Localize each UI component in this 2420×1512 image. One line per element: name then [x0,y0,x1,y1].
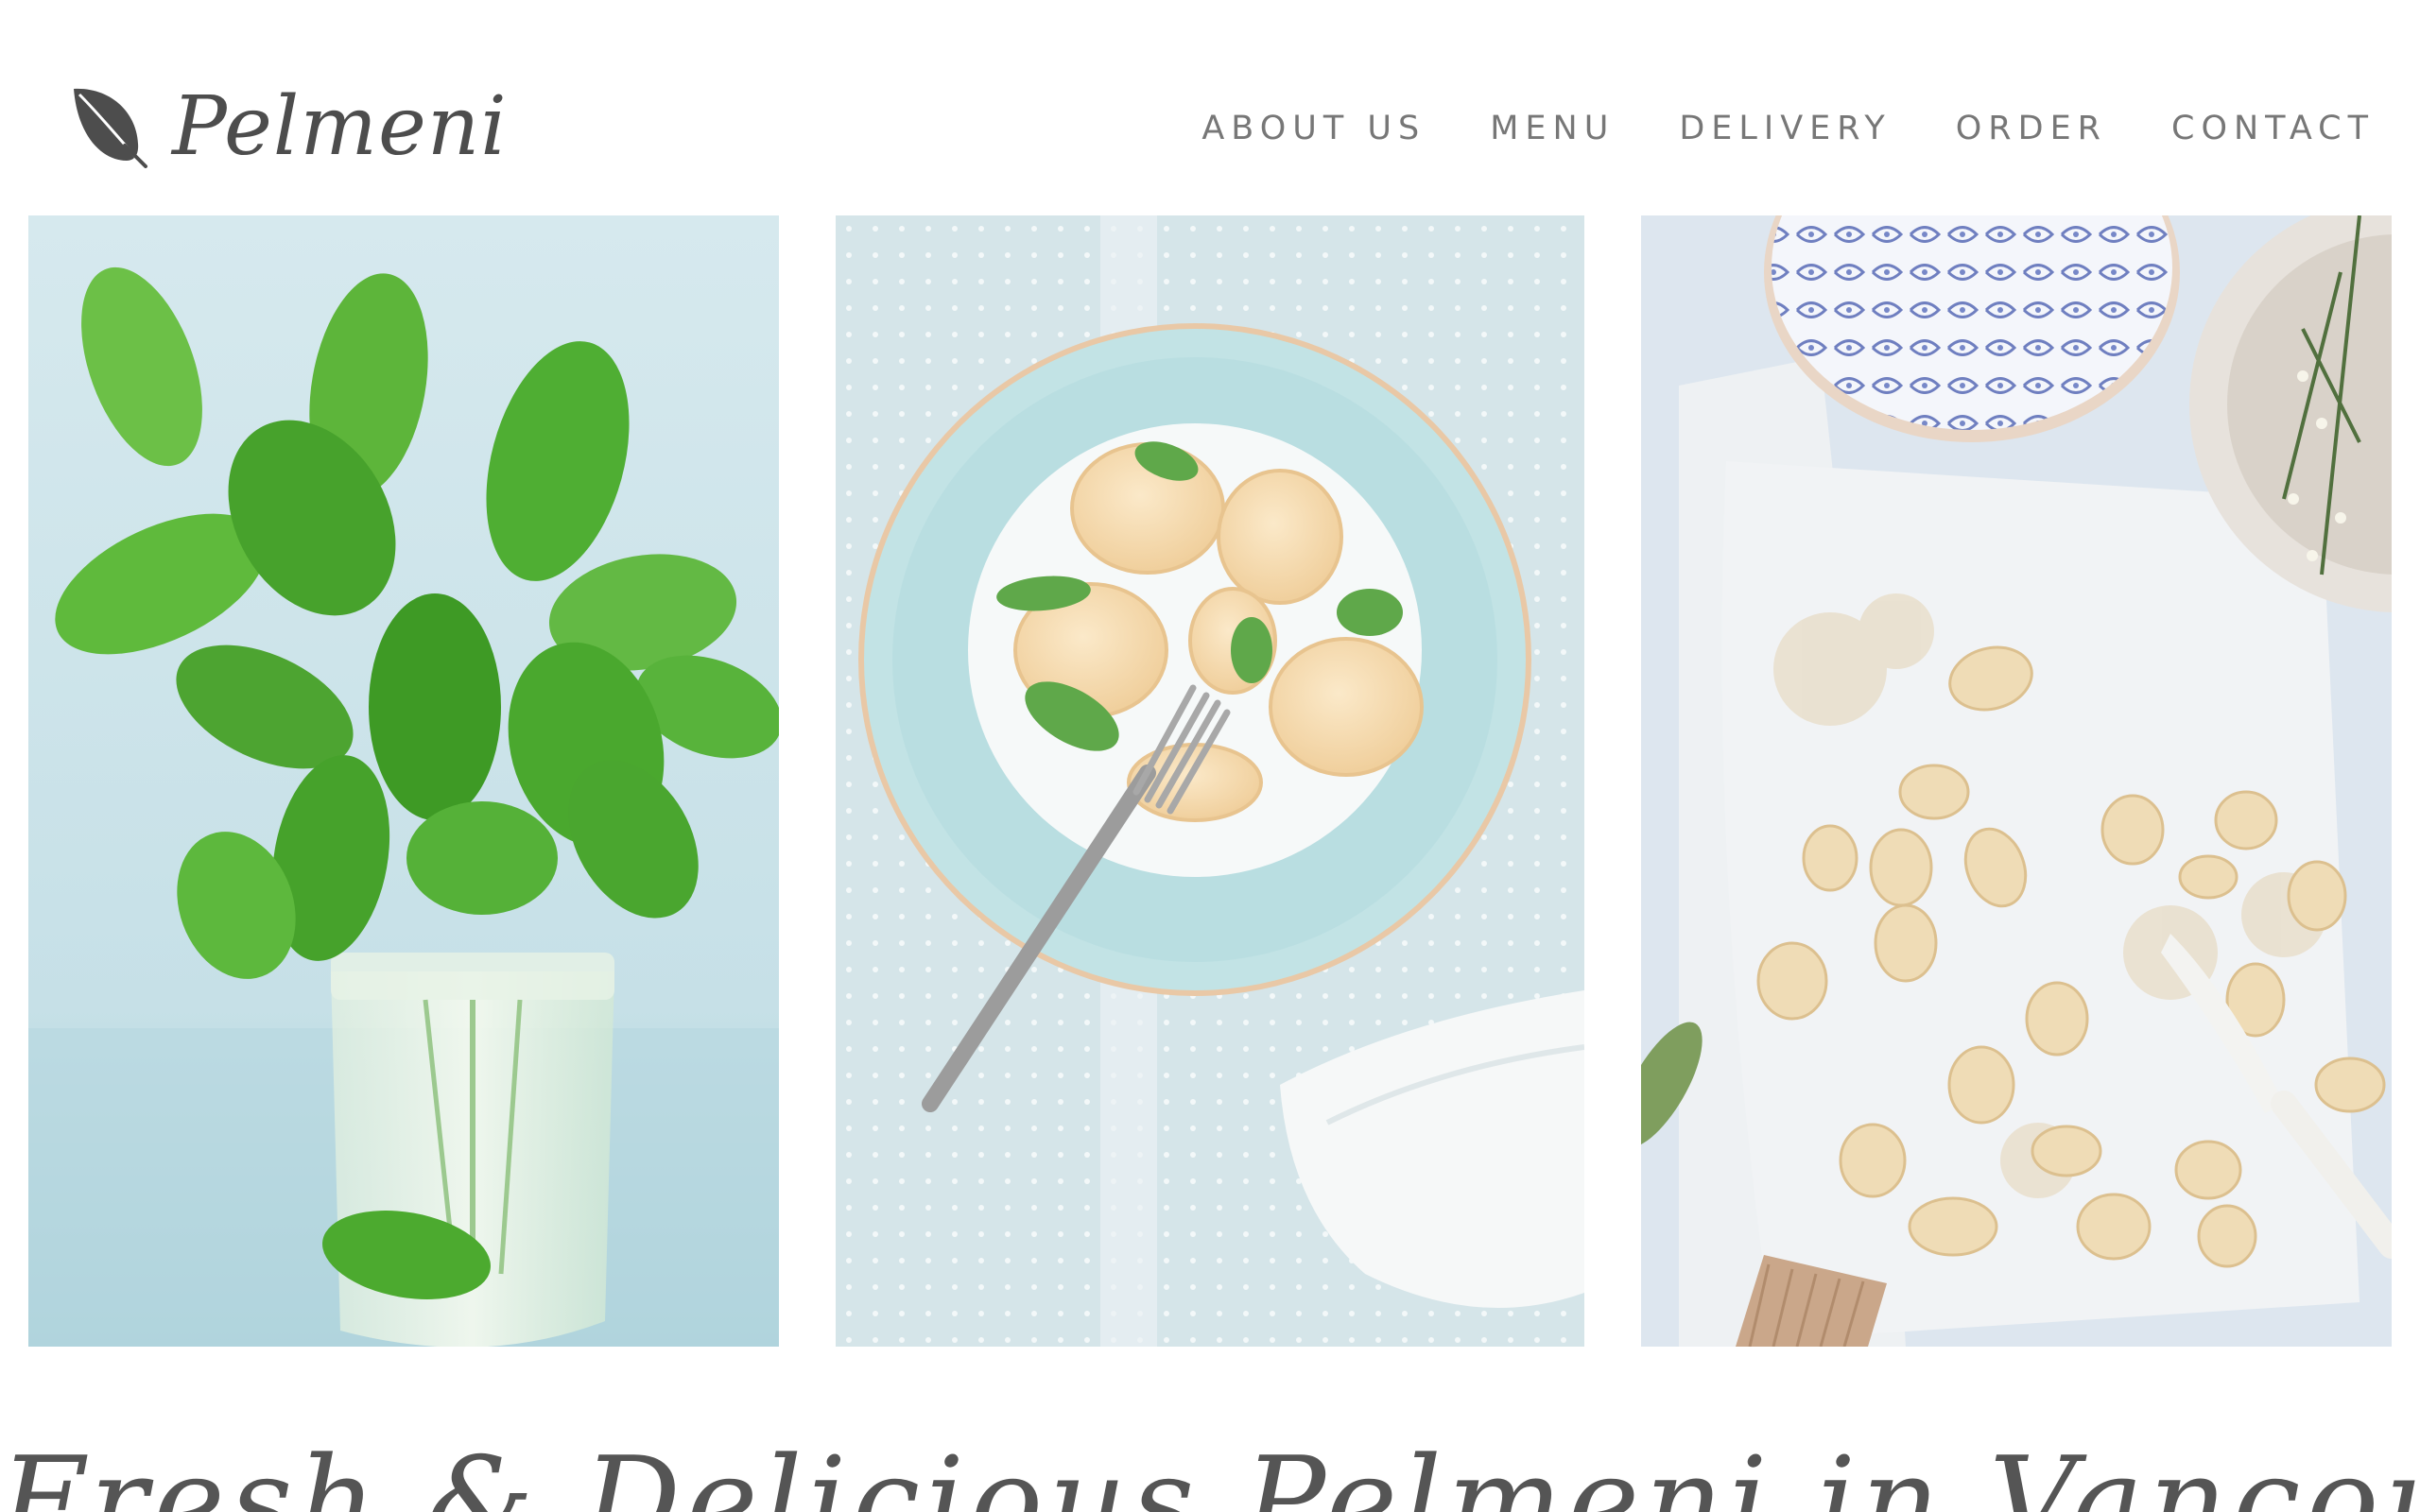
gallery-photo-gnocchi [1641,215,2392,1347]
brand-name: Pelmeni [172,79,508,174]
leaf-icon [74,88,147,168]
site-header: Pelmeni ABOUT US MENU DELIVERY ORDER CON… [0,0,2420,215]
gallery-photo-mint [28,215,779,1347]
mint-jar-image [28,215,779,1347]
page: Pelmeni ABOUT US MENU DELIVERY ORDER CON… [0,0,2420,1512]
hero-tagline: Fresh & Delicious Pelmeni in Vancouver [0,1432,2420,1512]
nav-item-order[interactable]: ORDER [1956,106,2107,151]
main-nav: ABOUT US MENU DELIVERY ORDER CONTACT [1201,106,2375,151]
gnocchi-image [1641,215,2392,1347]
brand-logo[interactable]: Pelmeni [70,79,508,174]
gallery-photo-pelmeni [836,215,1584,1347]
nav-item-contact[interactable]: CONTACT [2171,106,2375,151]
nav-item-delivery[interactable]: DELIVERY [1679,106,1891,151]
photo-gallery [28,215,2392,1347]
hero-tagline-section: Fresh & Delicious Pelmeni in Vancouver [0,1418,2420,1512]
nav-item-menu[interactable]: MENU [1490,106,1615,151]
pelmeni-plate-image [836,215,1584,1347]
nav-item-about-us[interactable]: ABOUT US [1201,106,1426,151]
